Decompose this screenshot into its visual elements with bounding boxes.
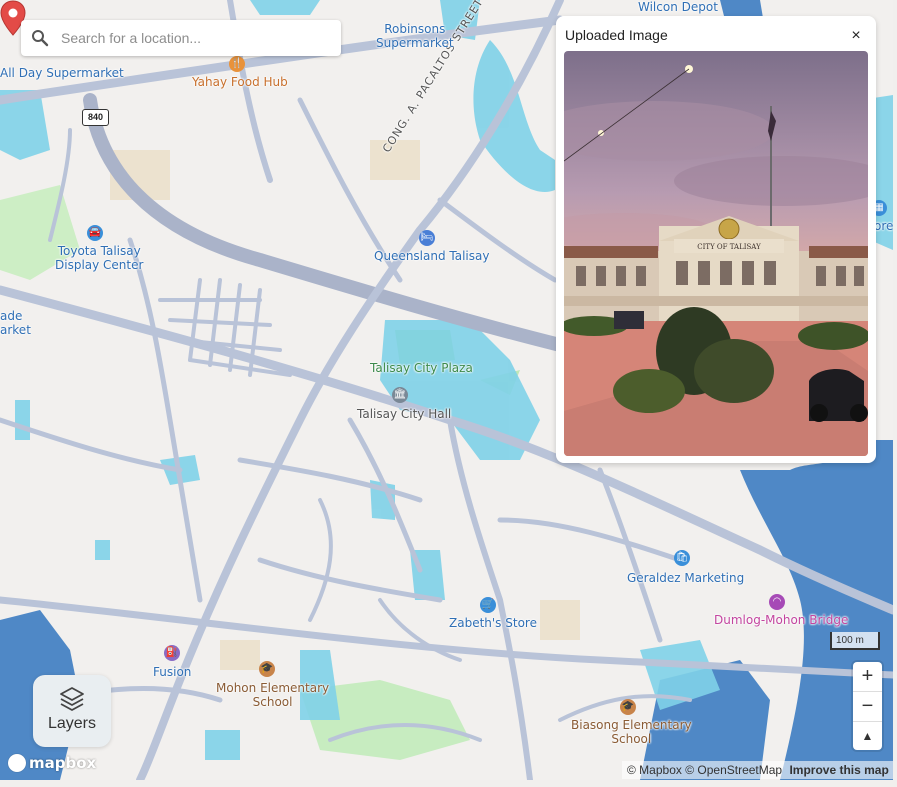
city-hall-photo: CITY OF TALISAY (564, 51, 868, 456)
layers-icon (60, 687, 84, 711)
place-zabeth[interactable]: Zabeth's Store (449, 616, 537, 630)
school-icon-2[interactable]: 🎓 (620, 699, 636, 715)
uploaded-photo: CITY OF TALISAY (564, 51, 868, 456)
place-robinsons[interactable]: Robinsons Supermarket (376, 22, 454, 50)
place-plaza[interactable]: Talisay City Plaza (370, 361, 473, 375)
shop-icon[interactable]: 🛍 (674, 550, 690, 566)
cart-icon[interactable]: 🛒 (480, 597, 496, 613)
place-dumlog[interactable]: Dumlog-Mohon Bridge (714, 613, 848, 627)
mapbox-logo-text: mapbox (29, 754, 97, 772)
place-geraldez[interactable]: Geraldez Marketing (627, 571, 744, 585)
place-edge-right: ore (874, 219, 893, 233)
search-icon (32, 30, 49, 47)
building-sign: CITY OF TALISAY (697, 243, 761, 251)
layers-button[interactable]: Layers (33, 675, 111, 747)
place-cityhall[interactable]: Talisay City Hall (357, 407, 451, 421)
place-queensland[interactable]: Queensland Talisay (374, 249, 489, 263)
close-icon[interactable]: × (844, 24, 868, 48)
mapbox-attribution[interactable]: © Mapbox (627, 763, 682, 777)
place-allday[interactable]: All Day Supermarket (0, 66, 124, 80)
osm-attribution[interactable]: © OpenStreetMap (685, 763, 782, 777)
place-yahay[interactable]: Yahay Food Hub (192, 75, 288, 89)
road-shield: 840 (82, 109, 109, 126)
scale-bar: 100 m (830, 632, 880, 650)
food-icon[interactable]: 🍴 (229, 56, 245, 72)
uploaded-image-panel: Uploaded Image × CITY OF TALISAY (556, 16, 876, 463)
panel-title: Uploaded Image (565, 27, 668, 43)
layers-label: Layers (47, 715, 97, 732)
compass-icon[interactable]: ▲ (853, 722, 882, 751)
place-fusion[interactable]: Fusion (153, 665, 191, 679)
fuel-icon[interactable]: ⛽ (164, 645, 180, 661)
mapbox-logo[interactable]: mapbox (8, 752, 96, 774)
zoom-out-button[interactable]: − (853, 692, 882, 721)
search-box[interactable] (21, 20, 341, 56)
improve-map-link[interactable]: Improve this map (789, 763, 888, 777)
zoom-in-button[interactable]: + (853, 662, 882, 691)
place-wilcon[interactable]: Wilcon Depot (638, 0, 718, 14)
search-input[interactable] (61, 20, 331, 56)
school-icon[interactable]: 🎓 (259, 661, 275, 677)
bridge-icon[interactable]: ◠ (769, 594, 785, 610)
place-toyota[interactable]: Toyota Talisay Display Center (55, 244, 143, 272)
mapbox-logo-icon (8, 753, 26, 772)
zoom-control: + − ▲ (853, 662, 882, 750)
place-biasong[interactable]: Biasong Elementary School (571, 718, 692, 746)
hotel-icon[interactable]: 🛏 (419, 230, 435, 246)
townhall-icon[interactable]: 🏛 (392, 387, 408, 403)
attribution-bar: © Mapbox © OpenStreetMap Improve this ma… (622, 761, 893, 779)
place-mohon[interactable]: Mohon Elementary School (216, 681, 329, 709)
car-icon[interactable]: 🚘 (87, 225, 103, 241)
place-trade[interactable]: ade arket (0, 309, 31, 337)
